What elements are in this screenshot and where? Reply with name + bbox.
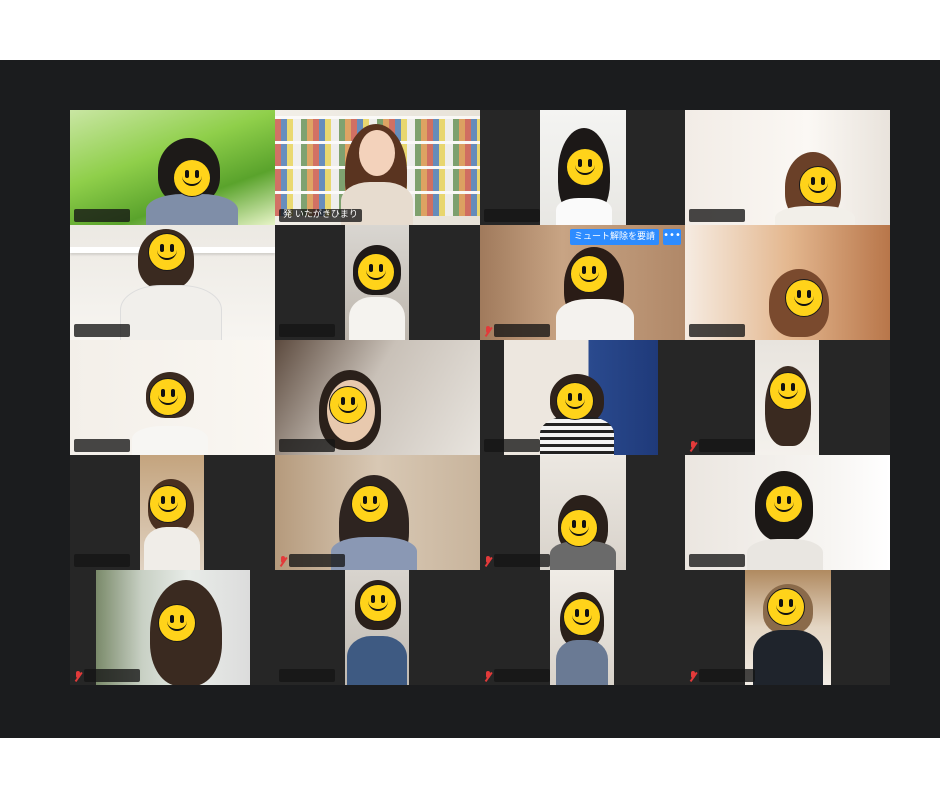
participant-tile[interactable] [275, 570, 480, 685]
participant-name [74, 439, 130, 452]
participant-tile[interactable] [70, 570, 275, 685]
zoom-meeting-window: 発 いたがきひまり ミュート解除を要請 ••• [0, 60, 940, 738]
smiley-face-icon [357, 253, 395, 291]
participant-tile[interactable] [685, 110, 890, 225]
smiley-face-icon [566, 148, 604, 186]
participant-name [279, 324, 335, 337]
smiley-face-icon [158, 604, 196, 642]
participant-video [540, 455, 626, 570]
participant-tile[interactable] [480, 570, 685, 685]
muted-mic-icon [484, 326, 492, 336]
participant-video [275, 455, 480, 570]
smiley-face-icon [785, 279, 823, 317]
participant-video [70, 340, 275, 455]
participant-video [275, 110, 480, 225]
smiley-face-icon [148, 233, 186, 271]
participant-name [289, 554, 345, 567]
participant-name [484, 209, 540, 222]
participant-video [540, 110, 626, 225]
participant-name [484, 439, 540, 452]
smiley-face-icon [149, 378, 187, 416]
participant-name [689, 209, 745, 222]
gallery-view-grid: 発 いたがきひまり ミュート解除を要請 ••• [70, 110, 891, 687]
participant-tile[interactable] [685, 455, 890, 570]
participant-video [685, 110, 890, 225]
participant-video [550, 570, 614, 685]
participant-tile[interactable]: ミュート解除を要請 ••• [480, 225, 685, 340]
participant-tile[interactable] [70, 340, 275, 455]
participant-name [74, 324, 130, 337]
muted-mic-icon [279, 556, 287, 566]
participant-name [494, 554, 550, 567]
smiley-face-icon [563, 598, 601, 636]
muted-mic-icon [74, 671, 82, 681]
participant-video [745, 570, 831, 685]
more-options-button[interactable]: ••• [663, 229, 681, 245]
participant-tile[interactable] [685, 340, 890, 455]
smiley-face-icon [799, 166, 837, 204]
participant-name [74, 209, 130, 222]
smiley-face-icon [767, 588, 805, 626]
participant-name: 発 いたがきひまり [279, 209, 362, 222]
participant-video [345, 570, 409, 685]
request-unmute-button[interactable]: ミュート解除を要請 [569, 229, 659, 245]
participant-tile[interactable] [275, 455, 480, 570]
participant-tile[interactable] [275, 225, 480, 340]
participant-name [84, 669, 140, 682]
participant-name [279, 439, 335, 452]
smiley-face-icon [329, 386, 367, 424]
participant-video [755, 340, 819, 455]
participant-tile[interactable] [685, 570, 890, 685]
smiley-face-icon [570, 255, 608, 293]
participant-video [70, 110, 275, 225]
participant-name [494, 669, 550, 682]
participant-tile[interactable] [685, 225, 890, 340]
participant-name [494, 324, 550, 337]
participant-video [140, 455, 204, 570]
smiley-face-icon [556, 382, 594, 420]
smiley-face-icon [351, 485, 389, 523]
smiley-face-icon [769, 372, 807, 410]
smiley-face-icon [149, 485, 187, 523]
participant-video [685, 455, 890, 570]
smiley-face-icon [765, 485, 803, 523]
muted-mic-icon [689, 671, 697, 681]
participant-tile[interactable] [70, 455, 275, 570]
participant-name [689, 554, 745, 567]
muted-mic-icon [689, 441, 697, 451]
participant-tile[interactable] [70, 110, 275, 225]
muted-mic-icon [484, 556, 492, 566]
participant-video [96, 570, 250, 685]
smiley-face-icon [173, 159, 211, 197]
participant-name [699, 669, 755, 682]
participant-tile[interactable] [70, 225, 275, 340]
participant-tile-active-speaker[interactable]: 発 いたがきひまり [275, 110, 480, 225]
participant-name [279, 669, 335, 682]
participant-tile[interactable] [480, 110, 685, 225]
participant-video [504, 340, 658, 455]
participant-tile[interactable] [275, 340, 480, 455]
participant-tile[interactable] [480, 455, 685, 570]
participant-video [275, 340, 480, 455]
participant-name [689, 324, 745, 337]
muted-mic-icon [484, 671, 492, 681]
smiley-face-icon [359, 584, 397, 622]
participant-video [70, 225, 275, 340]
participant-tile[interactable] [480, 340, 685, 455]
participant-name [74, 554, 130, 567]
participant-video [685, 225, 890, 340]
smiley-face-icon [560, 509, 598, 547]
participant-video [345, 225, 409, 340]
participant-name [699, 439, 755, 452]
